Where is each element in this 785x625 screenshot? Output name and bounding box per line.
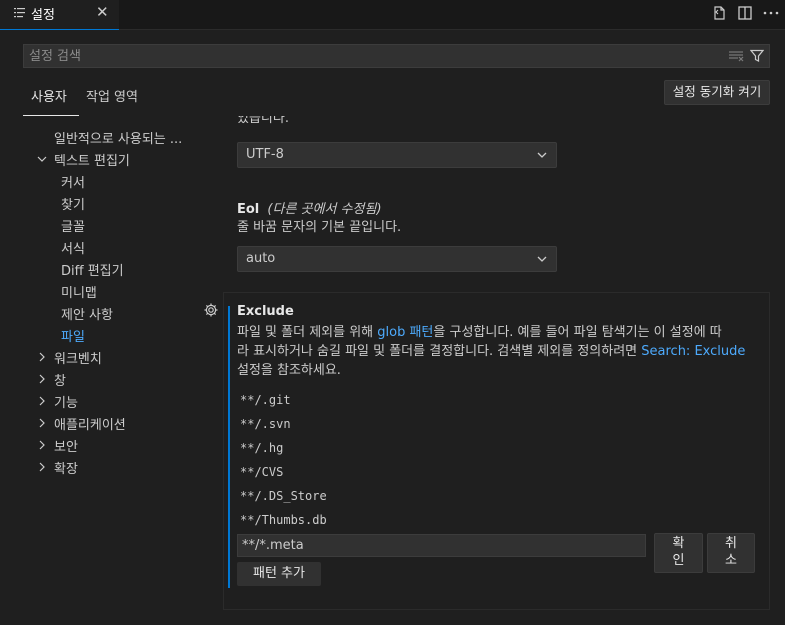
exclude-description: 파일 및 폴더 제외를 위해 glob 패턴을 구성합니다. 예를 들어 파일 … — [237, 323, 767, 380]
toc-item-minimap[interactable]: 미니맵 — [61, 282, 97, 301]
toc-item-suggestions[interactable]: 제안 사항 — [61, 304, 113, 323]
focus-indicator — [228, 306, 230, 588]
eol-select[interactable]: auto — [237, 246, 557, 272]
toc-item-font[interactable]: 글꼴 — [61, 216, 85, 235]
ok-button-label-2: 인 — [672, 553, 685, 568]
filter-icon[interactable] — [750, 49, 764, 63]
exclude-description-line-1: 파일 및 폴더 제외를 위해 glob 패턴을 구성합니다. 예를 들어 파일 … — [237, 323, 767, 342]
toc-text-editor[interactable]: 텍스트 편집기 — [54, 150, 130, 169]
eol-description: 줄 바꿈 문자의 기본 끝입니다. — [237, 220, 402, 235]
chevron-right-icon[interactable] — [37, 352, 47, 362]
exclude-description-line-2: 라 표시하거나 숨길 파일 및 폴더를 결정합니다. 검색별 제외를 정의하려면… — [237, 342, 767, 361]
settings-tab-label: 설정 — [31, 8, 55, 23]
toc-application[interactable]: 애플리케이션 — [54, 414, 126, 433]
chevron-down-icon — [537, 256, 547, 262]
toc-commonly-used[interactable]: 일반적으로 사용되는 ... — [54, 128, 182, 147]
chevron-right-icon[interactable] — [37, 440, 47, 450]
toc-security[interactable]: 보안 — [54, 436, 78, 455]
toc-item-files[interactable]: 파일 — [61, 326, 85, 345]
gear-icon[interactable] — [203, 302, 219, 318]
exclude-pattern-item[interactable]: **/Thumbs.db — [240, 513, 327, 527]
toc-extensions[interactable]: 확장 — [54, 458, 78, 477]
chevron-right-icon[interactable] — [37, 396, 47, 406]
exclude-pattern-item[interactable]: **/.svn — [240, 417, 291, 431]
turn-on-settings-sync-button[interactable]: 설정 동기화 켜기 — [664, 80, 770, 105]
search-exclude-link[interactable]: Search: Exclude — [641, 344, 745, 359]
toc-workbench[interactable]: 워크벤치 — [54, 348, 102, 367]
exclude-pattern-item[interactable]: **/.DS_Store — [240, 489, 327, 503]
more-actions-icon[interactable] — [762, 4, 780, 22]
toc-item-formatting[interactable]: 서식 — [61, 238, 85, 257]
encoding-select[interactable]: UTF-8 — [237, 142, 557, 168]
open-settings-json-icon[interactable] — [711, 4, 729, 22]
new-pattern-field — [237, 534, 646, 557]
exclude-pattern-item[interactable]: **/.git — [240, 393, 291, 407]
desc-text: 라 표시하거나 숨길 파일 및 폴더를 결정합니다. 검색별 제외를 정의하려면 — [237, 344, 642, 359]
ok-button[interactable]: 확 인 — [654, 533, 703, 573]
clipped-description: 있습니다. — [237, 116, 537, 128]
exclude-pattern-item[interactable]: **/.hg — [240, 441, 283, 455]
toc-item-find[interactable]: 찾기 — [61, 194, 85, 213]
exclude-setting-name: Exclude — [237, 304, 294, 319]
chevron-right-icon[interactable] — [37, 374, 47, 384]
desc-text: 을 구성합니다. 예를 들어 파일 탐색기는 이 설정에 따 — [433, 325, 722, 340]
chevron-right-icon[interactable] — [37, 462, 47, 472]
toc-item-diff-editor[interactable]: Diff 편집기 — [61, 260, 124, 279]
clear-filter-icon[interactable] — [728, 50, 744, 63]
exclude-pattern-item[interactable]: **/CVS — [240, 465, 283, 479]
search-input[interactable] — [29, 47, 719, 65]
toc-features[interactable]: 기능 — [54, 392, 78, 411]
exclude-description-line-3: 설정을 참조하세요. — [237, 363, 341, 378]
chevron-down-icon — [537, 152, 547, 158]
tab-user[interactable]: 사용자 — [31, 86, 67, 105]
settings-tab[interactable]: 설정 ✕ — [0, 0, 119, 30]
exclude-setting-title: Exclude — [237, 304, 294, 319]
eol-value: auto — [246, 251, 276, 266]
active-tab-indicator — [23, 115, 79, 116]
desc-text: 파일 및 폴더 제외를 위해 — [237, 325, 378, 340]
toc-item-cursor[interactable]: 커서 — [61, 172, 85, 191]
encoding-value: UTF-8 — [246, 147, 284, 162]
eol-setting-name: Eol — [237, 202, 260, 217]
cancel-button-label-2: 소 — [725, 553, 737, 568]
cancel-button[interactable]: 취 소 — [707, 533, 755, 573]
chevron-down-icon[interactable] — [37, 154, 47, 164]
chevron-right-icon[interactable] — [37, 418, 47, 428]
modified-elsewhere-label[interactable]: (다른 곳에서 수정됨) — [267, 202, 381, 217]
eol-setting-title: Eol (다른 곳에서 수정됨) — [237, 198, 382, 217]
toc-window[interactable]: 창 — [54, 370, 66, 389]
close-icon[interactable]: ✕ — [96, 4, 109, 20]
glob-pattern-link[interactable]: glob 패턴 — [377, 325, 433, 340]
tab-workspace[interactable]: 작업 영역 — [86, 86, 138, 105]
add-pattern-button[interactable]: 패턴 추가 — [237, 562, 321, 586]
split-editor-icon[interactable] — [736, 4, 754, 22]
pattern-input[interactable] — [242, 537, 637, 554]
partial-description-text: 있습니다. — [237, 116, 289, 126]
settings-search — [23, 44, 770, 68]
settings-editor-icon — [14, 8, 25, 18]
